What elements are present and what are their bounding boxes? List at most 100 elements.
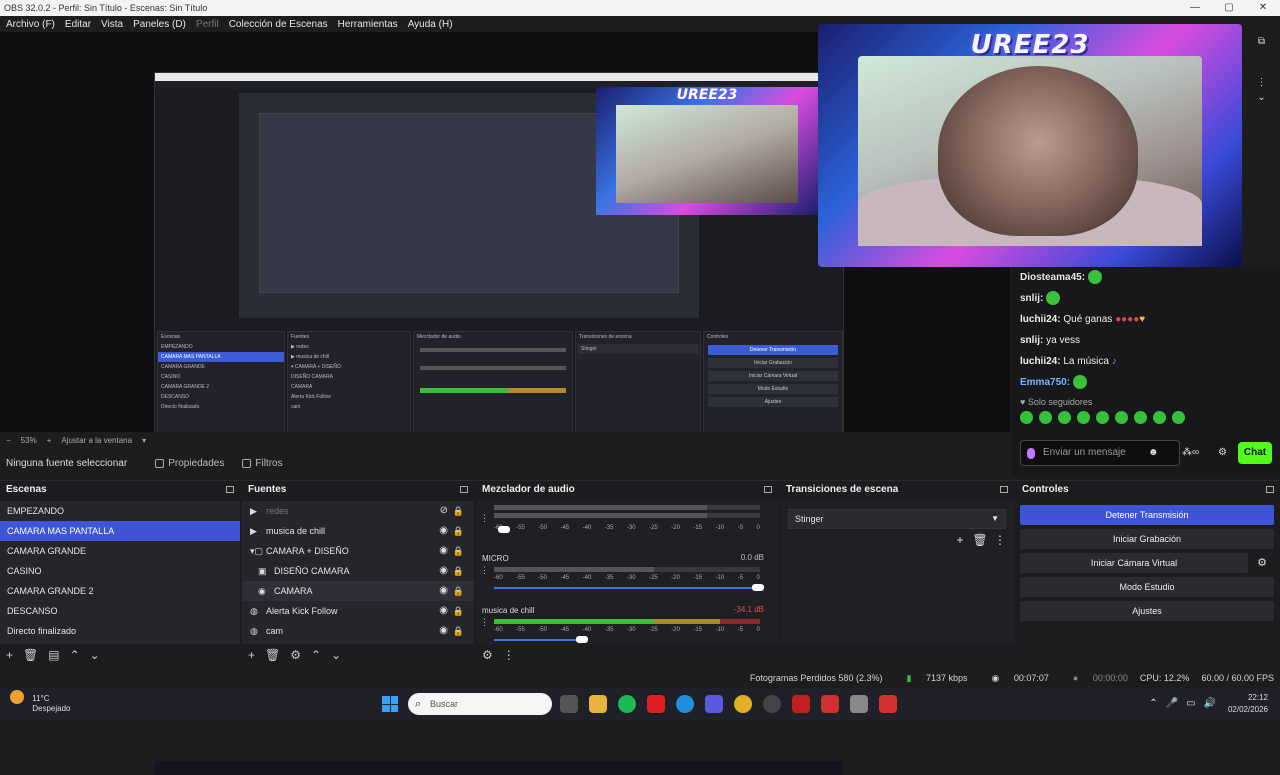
gear-icon[interactable]: ⚙ [1252,553,1272,573]
scene-item[interactable]: DESCANSO [0,601,240,621]
windows-start-icon[interactable] [382,696,398,712]
source-item[interactable]: ▶ musica de chill ◉ 🔒 [242,521,474,541]
more-icon[interactable]: ⋮ [480,617,489,628]
lock-icon[interactable]: 🔒 [453,601,464,621]
file-explorer-icon[interactable] [589,695,607,713]
volume-slider[interactable] [498,526,510,533]
move-down-icon[interactable]: ⌄ [331,648,341,662]
filters-button[interactable]: Filtros [242,458,283,469]
emoji-icon[interactable]: ☻ [1148,447,1159,458]
spotify-icon[interactable] [618,695,636,713]
chevron-down-icon[interactable]: ⌄ [1243,92,1280,103]
mixer-settings-icon[interactable]: ⚙ [482,648,493,662]
gear-icon[interactable]: ⚙ [1218,447,1227,458]
trash-icon[interactable]: 🗑 [23,648,38,662]
teams-icon[interactable] [705,695,723,713]
lock-icon[interactable]: 🔒 [453,541,464,561]
menu-perfil[interactable]: Perfil [196,19,219,30]
source-item[interactable]: ▾▢ CAMARA + DISEÑO ◉ 🔒 [242,541,474,561]
more-icon[interactable]: ⋮ [990,533,1010,547]
more-icon[interactable]: ⋮ [480,565,489,576]
transition-select[interactable]: Stinger ▼ [788,509,1006,529]
edge-icon[interactable] [676,695,694,713]
properties-button[interactable]: Propiedades [155,458,224,469]
app-icon[interactable] [821,695,839,713]
menu-archivo[interactable]: Archivo (F) [6,19,55,30]
scene-item[interactable]: CAMARA GRANDE [0,541,240,561]
studio-mode-button[interactable]: Modo Estudio [1020,577,1274,597]
scene-item[interactable]: EMPEZANDO [0,501,240,521]
visibility-eye-icon[interactable]: ◉ [439,561,448,581]
scene-item[interactable]: Directo finalizado [0,621,240,641]
menu-paneles[interactable]: Paneles (D) [133,19,186,30]
maximize-icon[interactable]: ▢ [1212,0,1246,16]
menu-coleccion[interactable]: Colección de Escenas [229,19,328,30]
undock-icon[interactable] [1266,486,1274,493]
chevron-down-icon[interactable]: ▾ [142,436,146,445]
undock-icon[interactable] [764,486,772,493]
stop-stream-button[interactable]: Detener Transmisión [1020,505,1274,525]
lock-icon[interactable]: 🔒 [453,561,464,581]
minimize-icon[interactable]: — [1178,0,1212,16]
move-down-icon[interactable]: ⌄ [90,648,100,662]
menu-vista[interactable]: Vista [101,19,123,30]
more-icon[interactable]: ⋮ [1243,77,1280,88]
move-up-icon[interactable]: ⌃ [70,648,80,662]
visibility-eye-icon[interactable]: ◉ [439,581,448,601]
undock-icon[interactable] [1000,486,1008,493]
network-icon[interactable]: ▭ [1186,698,1195,709]
close-icon[interactable]: ✕ [1246,0,1280,16]
settings-app-icon[interactable] [850,695,868,713]
scene-item[interactable]: CASINO [0,561,240,581]
zoom-plus-icon[interactable]: + [47,436,52,445]
zoom-minus-icon[interactable]: − [6,436,11,445]
speaker-icon[interactable]: 🔊 [1204,698,1216,709]
more-icon[interactable]: ⋮ [480,513,489,524]
add-scene-icon[interactable]: + [6,648,13,662]
emote-bar[interactable] [1012,411,1280,431]
trash-icon[interactable]: 🗑 [970,533,990,547]
chevron-up-icon[interactable]: ⌃ [1149,698,1157,709]
visibility-eye-icon[interactable]: ⊘ [440,501,448,521]
undock-icon[interactable]: ⧉ [1243,36,1280,47]
add-source-icon[interactable]: + [248,648,255,662]
source-item[interactable]: ◉ CAMARA ◉ 🔒 [242,581,474,601]
taskbar-search[interactable]: Buscar [408,693,552,715]
visibility-eye-icon[interactable]: ◉ [439,601,448,621]
undock-icon[interactable] [460,486,468,493]
volume-slider[interactable] [752,584,764,591]
menu-herramientas[interactable]: Herramientas [338,19,398,30]
task-view-icon[interactable] [560,695,578,713]
scene-item[interactable]: CAMARA MAS PANTALLA [0,521,240,541]
menu-editar[interactable]: Editar [65,19,91,30]
visibility-eye-icon[interactable]: ◉ [439,521,448,541]
source-item[interactable]: ▣ DISEÑO CAMARA ◉ 🔒 [242,561,474,581]
trash-icon[interactable]: 🗑 [265,648,280,662]
youtube-icon[interactable] [647,695,665,713]
lock-icon[interactable]: 🔒 [453,501,464,521]
start-record-button[interactable]: Iniciar Grabación [1020,529,1274,549]
menu-ayuda[interactable]: Ayuda (H) [408,19,453,30]
zoom-fit-select[interactable]: Ajustar a la ventana [61,436,132,445]
source-item[interactable]: ◍ Alerta Kick Follow ◉ 🔒 [242,601,474,621]
obs-icon[interactable] [763,695,781,713]
clock[interactable]: 22:12 02/02/2026 [1228,692,1268,716]
lock-icon[interactable]: 🔒 [453,521,464,541]
add-transition-icon[interactable]: + [950,533,970,547]
community-icon[interactable]: ⁂∞ [1182,447,1199,458]
virtual-camera-button[interactable]: Iniciar Cámara Virtual ⚙ [1020,553,1267,573]
app-icon[interactable] [879,695,897,713]
visibility-eye-icon[interactable]: ◉ [439,621,448,641]
settings-button[interactable]: Ajustes [1020,601,1274,621]
weather-widget[interactable]: 11°C Despejado [10,690,70,714]
more-icon[interactable]: ⋮ [503,648,515,662]
scene-item[interactable]: CAMARA GRANDE 2 [0,581,240,601]
chrome-icon[interactable] [734,695,752,713]
app-icon[interactable] [792,695,810,713]
volume-slider[interactable] [576,636,588,643]
source-item[interactable]: ▶ redes ⊘ 🔒 [242,501,474,521]
move-up-icon[interactable]: ⌃ [311,648,321,662]
undock-icon[interactable] [226,486,234,493]
source-item[interactable]: ◍ cam ◉ 🔒 [242,621,474,641]
lock-icon[interactable]: 🔒 [453,621,464,641]
